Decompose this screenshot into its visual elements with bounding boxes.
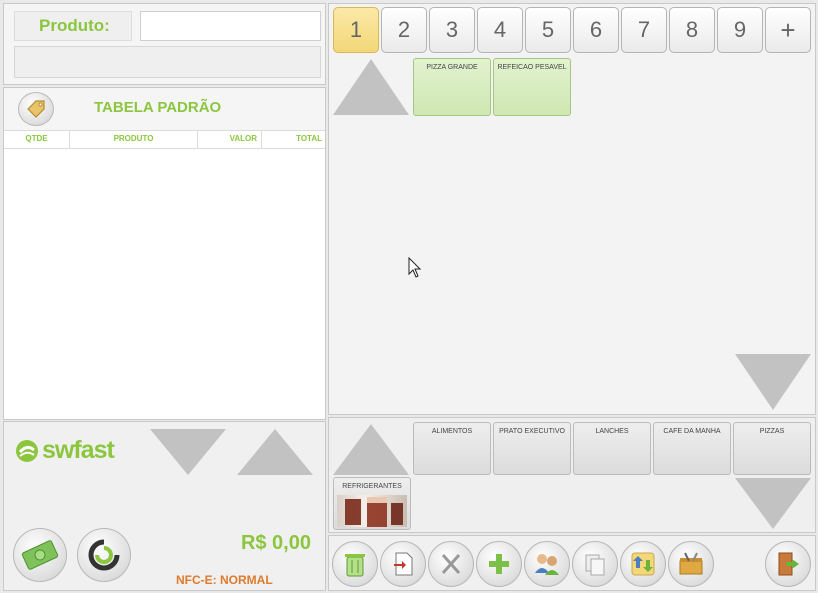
- category-tile-with-image[interactable]: REFRIGERANTES: [333, 477, 411, 530]
- table-title: TABELA PADRÃO: [94, 99, 222, 116]
- page-button-1[interactable]: 1: [333, 7, 379, 53]
- sync-button[interactable]: [77, 528, 131, 582]
- category-tile[interactable]: LANCHES: [573, 422, 651, 475]
- cutlery-button[interactable]: [428, 541, 474, 587]
- products-scroll-down-button[interactable]: [733, 352, 813, 412]
- product-input[interactable]: [140, 11, 321, 41]
- action-toolbar: [328, 535, 816, 591]
- arrow-down-icon: [735, 354, 811, 410]
- arrow-up-icon: [333, 424, 409, 475]
- product-label: Produto:: [14, 11, 132, 41]
- page-button-7[interactable]: 7: [621, 7, 667, 53]
- logo-text: swfast: [42, 436, 115, 464]
- exit-button[interactable]: [765, 541, 811, 587]
- category-label: REFRIGERANTES: [342, 483, 402, 490]
- plus-icon: [486, 551, 512, 577]
- page-button-9[interactable]: 9: [717, 7, 763, 53]
- category-tile[interactable]: ALIMENTOS: [413, 422, 491, 475]
- copy-button[interactable]: [572, 541, 618, 587]
- utensils-icon: [438, 551, 464, 577]
- mouse-cursor-icon: [408, 257, 422, 279]
- products-panel: 1 2 3 4 5 6 7 8 9 + PIZZA GRANDE REFEICA…: [328, 3, 816, 415]
- category-tile[interactable]: PIZZAS: [733, 422, 811, 475]
- order-total: R$ 0,00: [240, 532, 311, 554]
- soda-glass-image: [337, 495, 407, 527]
- column-total: TOTAL: [296, 134, 322, 143]
- arrow-down-icon: [150, 429, 226, 475]
- add-page-button[interactable]: +: [765, 7, 811, 53]
- refresh-swirl-icon: [87, 538, 121, 572]
- payment-button[interactable]: [13, 528, 67, 582]
- document-button[interactable]: [380, 541, 426, 587]
- copy-icon: [582, 551, 608, 577]
- page-button-5[interactable]: 5: [525, 7, 571, 53]
- column-qtde: QTDE: [4, 131, 70, 148]
- money-icon: [21, 540, 59, 570]
- categories-scroll-down-button[interactable]: [733, 476, 813, 531]
- category-tile[interactable]: PRATO EXECUTIVO: [493, 422, 571, 475]
- price-table-button[interactable]: [18, 92, 54, 126]
- price-tag-icon: [25, 98, 47, 120]
- table-header: TABELA PADRÃO: [4, 88, 325, 130]
- categories-panel: ALIMENTOS PRATO EXECUTIVO LANCHES CAFE D…: [328, 417, 816, 533]
- transfer-button[interactable]: [620, 541, 666, 587]
- trash-icon: [342, 550, 368, 578]
- arrow-up-icon: [237, 429, 313, 475]
- product-tile[interactable]: REFEICAO PESAVEL: [493, 58, 571, 116]
- document-arrow-icon: [390, 550, 416, 578]
- customers-button[interactable]: [524, 541, 570, 587]
- page-button-2[interactable]: 2: [381, 7, 427, 53]
- transfer-icon: [629, 550, 657, 578]
- add-item-button[interactable]: [476, 541, 522, 587]
- categories-scroll-up-button[interactable]: [331, 422, 411, 477]
- product-tile[interactable]: PIZZA GRANDE: [413, 58, 491, 116]
- nfce-status: NFC-E: NORMAL: [176, 573, 273, 587]
- page-button-8[interactable]: 8: [669, 7, 715, 53]
- tools-button[interactable]: [668, 541, 714, 587]
- product-entry-panel: Produto:: [3, 3, 326, 85]
- page-button-3[interactable]: 3: [429, 7, 475, 53]
- page-button-4[interactable]: 4: [477, 7, 523, 53]
- category-tile[interactable]: CAFE DA MANHA: [653, 422, 731, 475]
- table-columns: QTDE PRODUTO VALOR TOTAL: [4, 130, 325, 149]
- scroll-down-button[interactable]: [148, 427, 228, 477]
- arrow-down-icon: [735, 478, 811, 529]
- page-button-6[interactable]: 6: [573, 7, 619, 53]
- arrow-up-icon: [333, 59, 409, 115]
- exit-door-icon: [775, 550, 801, 578]
- delete-item-button[interactable]: [332, 541, 378, 587]
- logo-swirl-icon: [14, 438, 40, 464]
- column-produto: PRODUTO: [70, 131, 198, 148]
- toolbox-icon: [677, 551, 705, 577]
- products-scroll-up-button[interactable]: [331, 57, 411, 117]
- swfast-logo: swfast: [14, 436, 115, 465]
- summary-panel: swfast R$ 0,00 NFC-E: NORMAL: [3, 421, 326, 591]
- users-icon: [533, 551, 561, 577]
- scroll-up-button[interactable]: [235, 427, 315, 477]
- column-valor: VALOR: [198, 131, 262, 148]
- order-table-panel: TABELA PADRÃO QTDE PRODUTO VALOR TOTAL: [3, 87, 326, 420]
- product-description-field: [14, 46, 321, 78]
